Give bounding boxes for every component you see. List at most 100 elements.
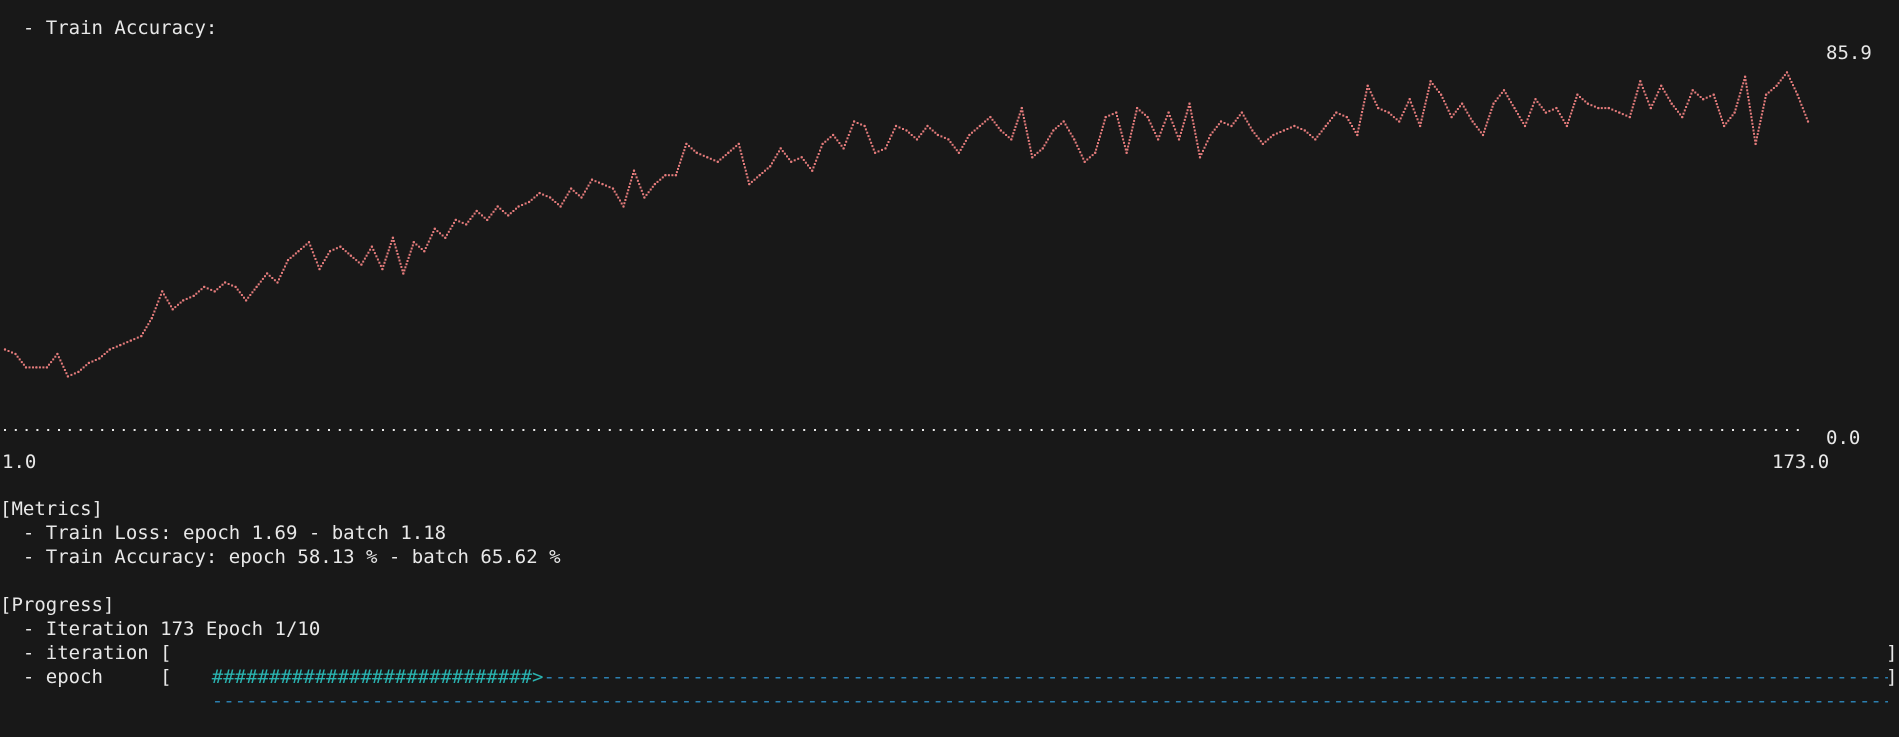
data-point	[1345, 115, 1349, 119]
data-point	[653, 182, 657, 186]
data-point	[35, 366, 38, 369]
data-point	[307, 241, 311, 244]
data-point	[821, 142, 824, 146]
data-point	[1335, 111, 1338, 114]
data-point	[538, 191, 541, 195]
data-point	[423, 250, 426, 253]
data-point	[1806, 120, 1810, 123]
data-point	[412, 241, 415, 244]
data-point	[1418, 124, 1422, 128]
data-point	[905, 129, 908, 132]
data-point	[1492, 102, 1495, 105]
data-point	[1796, 93, 1799, 96]
data-point	[1398, 120, 1401, 123]
data-point	[1649, 106, 1653, 110]
data-point	[433, 227, 436, 230]
data-point	[1670, 102, 1673, 105]
data-point	[203, 285, 206, 289]
data-point	[643, 196, 646, 199]
data-point	[87, 361, 91, 365]
accuracy-points	[3, 71, 1810, 378]
data-point	[454, 218, 457, 222]
data-point	[611, 187, 615, 190]
data-point	[1785, 71, 1789, 74]
data-point	[664, 174, 667, 177]
data-point	[77, 370, 80, 374]
data-point	[1639, 80, 1642, 83]
data-point	[915, 138, 919, 141]
data-point	[790, 160, 793, 163]
data-point	[381, 267, 384, 271]
data-point	[3, 348, 7, 351]
data-point	[894, 124, 898, 128]
data-point	[968, 133, 971, 137]
data-point	[1167, 111, 1170, 114]
data-point	[1764, 93, 1768, 96]
data-point	[1104, 115, 1107, 119]
data-point	[140, 334, 143, 338]
data-point	[161, 290, 164, 293]
data-point	[1219, 120, 1223, 123]
data-point	[1628, 115, 1632, 119]
data-point	[1261, 142, 1265, 146]
data-point	[1481, 133, 1485, 137]
progress-header: [Progress]	[0, 594, 115, 616]
iteration-epoch-line: - Iteration 173 Epoch 1/10	[0, 618, 321, 640]
data-point	[1576, 93, 1579, 96]
data-point	[1450, 115, 1453, 119]
data-point	[1177, 138, 1181, 141]
data-point	[486, 218, 489, 222]
data-point	[1240, 111, 1244, 114]
data-point	[444, 236, 447, 239]
data-point	[1722, 124, 1726, 128]
data-point	[622, 205, 625, 208]
data-point	[779, 147, 782, 150]
data-point	[1293, 124, 1296, 128]
data-point	[852, 120, 856, 123]
data-point	[1544, 111, 1548, 114]
data-point	[999, 129, 1002, 132]
data-point	[1010, 138, 1013, 141]
data-point	[45, 366, 49, 369]
data-point	[1356, 133, 1359, 137]
data-point	[632, 169, 636, 172]
data-point	[1660, 84, 1663, 88]
data-point	[1743, 75, 1747, 79]
accuracy-plot	[3, 71, 1810, 431]
data-point	[119, 343, 122, 347]
data-point	[56, 352, 59, 356]
data-point	[831, 133, 835, 137]
data-point	[1408, 98, 1411, 101]
data-point	[1041, 147, 1045, 150]
x-min-label: 1.0	[2, 451, 37, 473]
accuracy-series-line	[4, 71, 1809, 378]
data-point	[957, 151, 961, 154]
data-point	[223, 281, 227, 284]
data-point	[24, 366, 28, 369]
epoch-bar-end: ]	[1886, 666, 1898, 688]
data-point	[863, 124, 866, 128]
data-point	[1156, 138, 1160, 141]
data-point	[989, 115, 992, 119]
data-point	[769, 165, 772, 168]
data-point	[328, 250, 332, 253]
data-point	[674, 174, 678, 177]
iteration-bar-label: - iteration [	[0, 642, 172, 664]
train-accuracy-line: - Train Accuracy: epoch 58.13 % - batch …	[0, 546, 561, 568]
data-point	[182, 299, 185, 302]
data-point	[1094, 151, 1097, 154]
data-point	[695, 151, 698, 154]
data-point	[727, 151, 730, 154]
epoch-progress-remaining: ----------------------------------------…	[211, 690, 1888, 712]
data-point	[465, 223, 468, 226]
train-loss-line: - Train Loss: epoch 1.69 - batch 1.18	[0, 522, 447, 544]
data-point	[66, 375, 70, 378]
data-point	[234, 285, 237, 289]
data-point	[1586, 102, 1590, 105]
data-point	[685, 142, 688, 146]
data-point	[1754, 142, 1757, 146]
data-point	[507, 214, 510, 217]
data-point	[873, 151, 877, 154]
data-point	[150, 317, 153, 320]
data-point	[1712, 93, 1715, 96]
